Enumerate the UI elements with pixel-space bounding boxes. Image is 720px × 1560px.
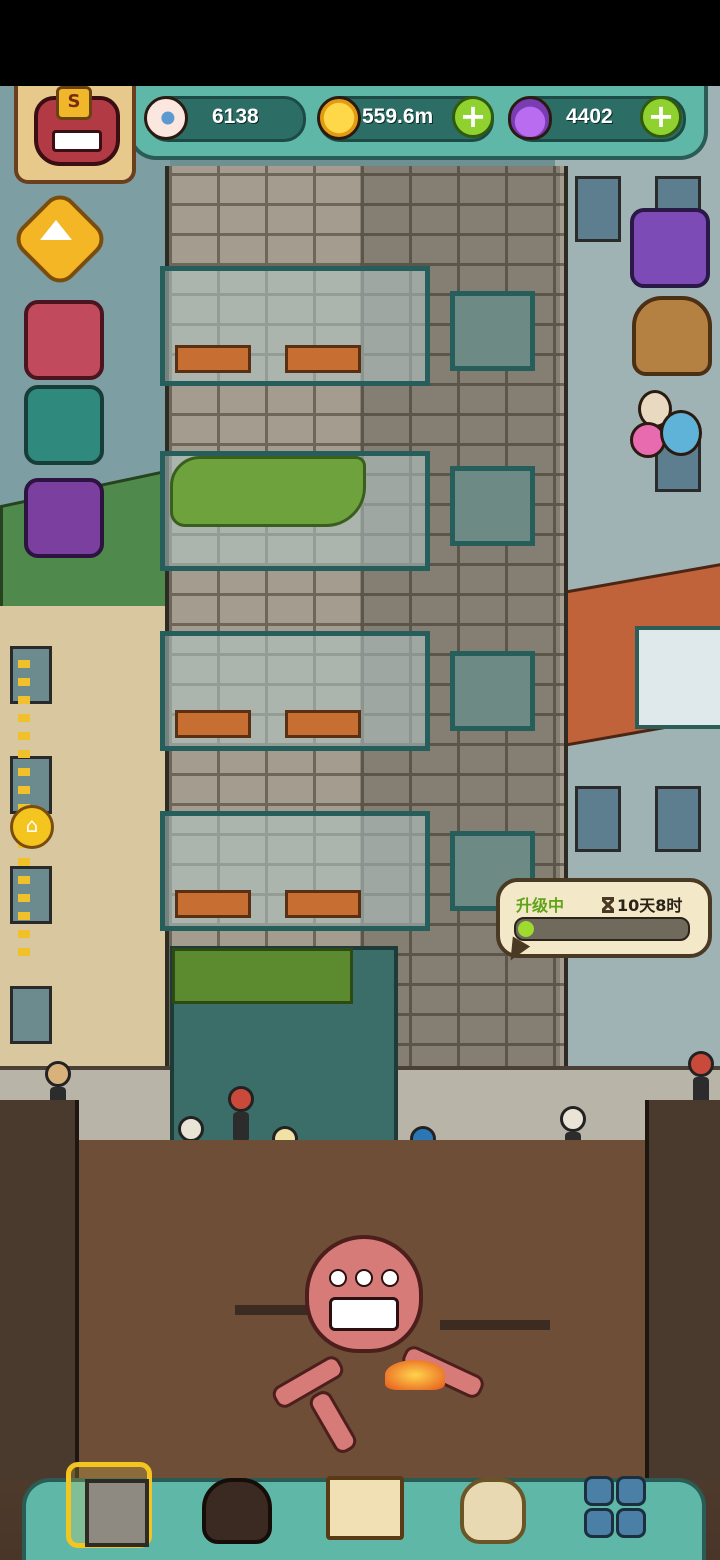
tower-side-window — [450, 651, 535, 731]
tower-floor[interactable] — [160, 811, 430, 931]
monster-icon — [202, 1478, 272, 1544]
nav-grid-button[interactable] — [570, 1462, 656, 1548]
status-bar — [0, 0, 720, 86]
upgrade-progress-bar — [514, 917, 690, 941]
coin-count: 559.6m — [362, 105, 434, 128]
potion-icon — [508, 96, 552, 140]
add-coins-button[interactable]: + — [452, 96, 494, 138]
book-icon — [326, 1476, 404, 1540]
tower-side-window — [450, 466, 535, 546]
citizen-character[interactable] — [228, 1086, 254, 1146]
stove-fire — [385, 1360, 445, 1390]
coin-icon — [317, 96, 361, 140]
upgrade-progress-fill — [518, 921, 534, 937]
vine-overgrowth — [170, 456, 366, 527]
rock-wall-right — [645, 1100, 720, 1480]
monster-eggs-icon[interactable] — [626, 386, 702, 458]
add-potions-button[interactable]: + — [640, 96, 682, 138]
grid-icon — [584, 1476, 646, 1538]
chevron-up-icon — [40, 220, 72, 240]
rock-wall-left — [0, 1100, 79, 1480]
eyeball-count: 6138 — [212, 105, 259, 128]
upgrade-status-label: 升级中 — [516, 896, 565, 915]
game-screen: 6138 559.6m + 4402 + S ⌂ 升级中 10天8时 — [0, 0, 720, 1560]
nav-building-button[interactable] — [66, 1462, 152, 1548]
building-icon — [85, 1479, 149, 1547]
upgrade-timer-text: 10天8时 — [617, 896, 683, 915]
kitchen-shelf — [440, 1320, 550, 1330]
billboard — [635, 626, 720, 729]
tower-floor[interactable] — [160, 266, 430, 386]
gift-box-icon[interactable] — [24, 385, 104, 465]
upgrade-timer: 10天8时 — [602, 892, 682, 916]
octopus-chef[interactable] — [305, 1235, 423, 1353]
nav-book-button[interactable] — [318, 1462, 404, 1548]
home-icon[interactable]: ⌂ — [10, 805, 54, 849]
eyeball-icon — [144, 96, 188, 140]
shop-sign — [172, 948, 353, 1004]
potion-count: 4402 — [566, 105, 613, 128]
backpack-icon[interactable] — [632, 296, 712, 376]
nav-monster-button[interactable] — [190, 1462, 276, 1548]
tv-icon[interactable] — [630, 208, 710, 288]
tower-side-window — [450, 291, 535, 371]
tower-floor[interactable] — [160, 631, 430, 751]
hourglass-icon — [602, 897, 614, 913]
gift-icon[interactable] — [24, 300, 104, 380]
rank-badge: S — [56, 86, 92, 120]
cards-icon[interactable] — [24, 478, 104, 558]
money-bag-icon — [460, 1478, 526, 1544]
nav-money-bag-button[interactable] — [446, 1462, 532, 1548]
